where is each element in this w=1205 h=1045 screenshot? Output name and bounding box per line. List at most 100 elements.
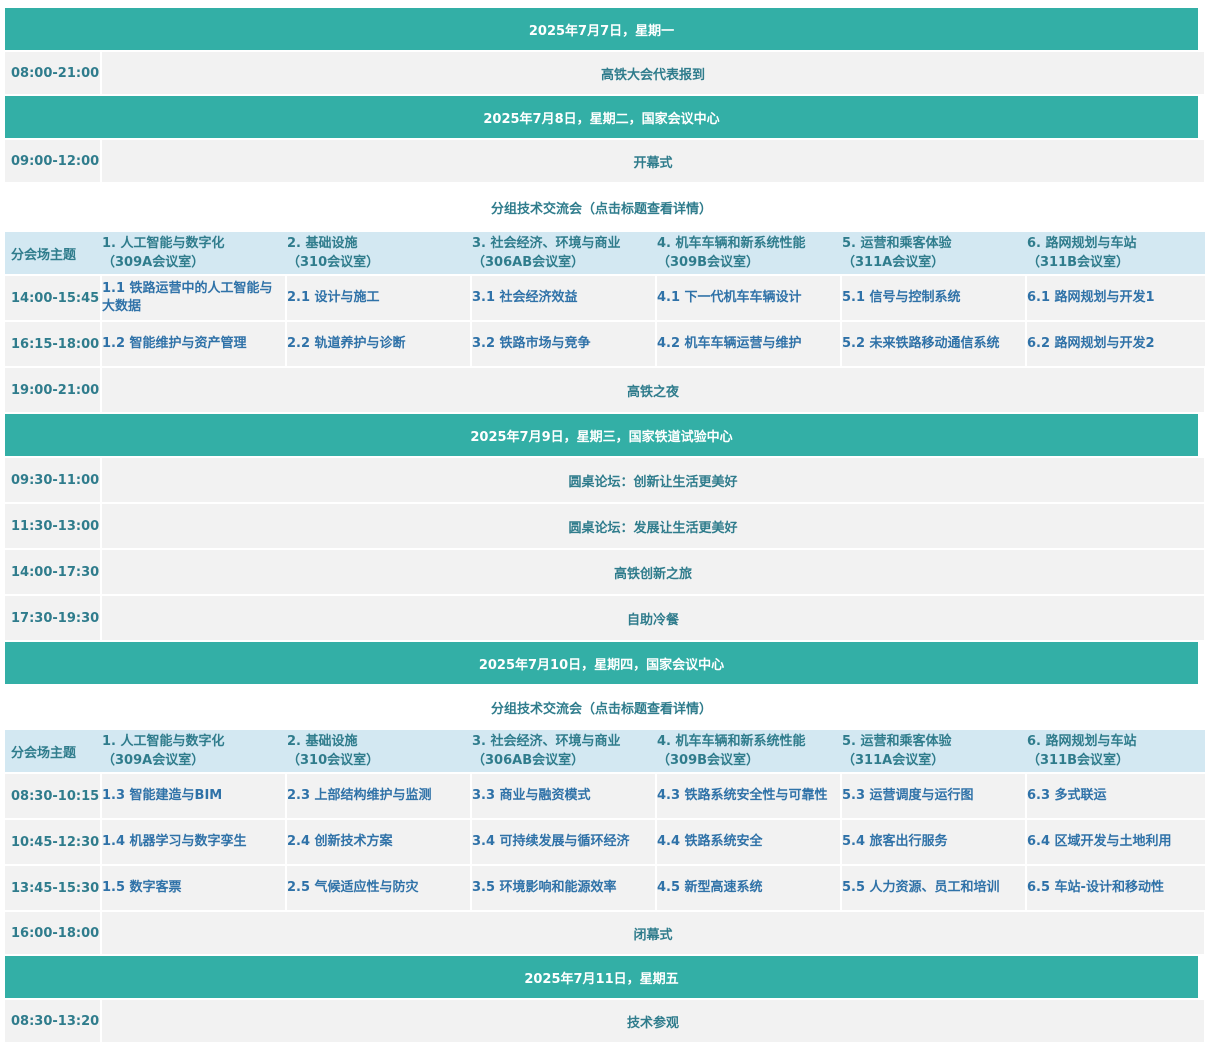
session-link[interactable]: 5.1 信号与控制系统 bbox=[842, 276, 1025, 320]
theme-room: （311A会议室） bbox=[842, 753, 945, 768]
session-link[interactable]: 5.5 人力资源、员工和培训 bbox=[842, 866, 1025, 910]
session-link[interactable]: 6.5 车站-设计和移动性 bbox=[1027, 866, 1205, 910]
session-link[interactable]: 2.1 设计与施工 bbox=[287, 276, 470, 320]
session-link[interactable]: 2.5 气候适应性与防灾 bbox=[287, 866, 470, 910]
theme-name: 1. 人工智能与数字化 bbox=[102, 734, 225, 749]
theme-header-cell[interactable]: 4. 机车车辆和新系统性能 （309B会议室） bbox=[657, 730, 840, 772]
day-header: 2025年7月9日，星期三，国家铁道试验中心 bbox=[5, 414, 1205, 456]
session-link[interactable]: 4.1 下一代机车车辆设计 bbox=[657, 276, 840, 320]
session-link[interactable]: 5.2 未来铁路移动通信系统 bbox=[842, 322, 1025, 366]
session-link[interactable]: 4.5 新型高速系统 bbox=[657, 866, 840, 910]
theme-header-cell[interactable]: 4. 机车车辆和新系统性能 （309B会议室） bbox=[657, 232, 840, 274]
session-link[interactable]: 3.4 可持续发展与循环经济 bbox=[472, 820, 655, 864]
subheading-label: 分组技术交流会（点击标题查看详情） bbox=[5, 184, 1198, 230]
session-link[interactable]: 6.4 区域开发与土地利用 bbox=[1027, 820, 1205, 864]
time-cell: 14:00-17:30 bbox=[5, 550, 100, 594]
theme-header-cell[interactable]: 6. 路网规划与车站 （311B会议室） bbox=[1027, 232, 1205, 274]
day-header: 2025年7月7日，星期一 bbox=[5, 8, 1205, 50]
theme-name: 2. 基础设施 bbox=[287, 236, 358, 251]
session-link[interactable]: 1.2 智能维护与资产管理 bbox=[102, 322, 285, 366]
event-cell: 高铁大会代表报到 bbox=[102, 52, 1204, 94]
day-header-label: 2025年7月10日，星期四，国家会议中心 bbox=[5, 642, 1198, 684]
time-cell: 13:45-15:30 bbox=[5, 866, 100, 910]
theme-room: （311B会议室） bbox=[1027, 753, 1130, 768]
day-header-label: 2025年7月7日，星期一 bbox=[5, 8, 1198, 50]
session-link[interactable]: 2.2 轨道养护与诊断 bbox=[287, 322, 470, 366]
schedule-row: 16:00-18:00 闭幕式 bbox=[5, 912, 1205, 954]
theme-name: 5. 运营和乘客体验 bbox=[842, 236, 952, 251]
day-header: 2025年7月10日，星期四，国家会议中心 bbox=[5, 642, 1205, 684]
event-cell: 闭幕式 bbox=[102, 912, 1204, 954]
theme-header-cell[interactable]: 5. 运营和乘客体验 （311A会议室） bbox=[842, 232, 1025, 274]
schedule-row: 19:00-21:00 高铁之夜 bbox=[5, 368, 1205, 412]
theme-name: 3. 社会经济、环境与商业 bbox=[472, 734, 621, 749]
theme-room: （309A会议室） bbox=[102, 753, 205, 768]
theme-room: （309B会议室） bbox=[657, 753, 760, 768]
time-cell: 08:00-21:00 bbox=[5, 52, 100, 94]
time-cell: 08:30-10:15 bbox=[5, 774, 100, 818]
theme-name: 4. 机车车辆和新系统性能 bbox=[657, 236, 806, 251]
theme-name: 1. 人工智能与数字化 bbox=[102, 236, 225, 251]
theme-header-cell[interactable]: 2. 基础设施 （310会议室） bbox=[287, 730, 470, 772]
session-row: 08:30-10:15 1.3 智能建造与BIM 2.3 上部结构维护与监测 3… bbox=[5, 774, 1205, 818]
session-link[interactable]: 1.5 数字客票 bbox=[102, 866, 285, 910]
schedule-row: 09:30-11:00 圆桌论坛：创新让生活更美好 bbox=[5, 458, 1205, 502]
theme-name: 2. 基础设施 bbox=[287, 734, 358, 749]
session-link[interactable]: 3.2 铁路市场与竞争 bbox=[472, 322, 655, 366]
session-link[interactable]: 3.1 社会经济效益 bbox=[472, 276, 655, 320]
event-cell: 圆桌论坛：创新让生活更美好 bbox=[102, 458, 1204, 502]
event-cell: 高铁之夜 bbox=[102, 368, 1204, 412]
session-link[interactable]: 6.3 多式联运 bbox=[1027, 774, 1205, 818]
subheading-label: 分组技术交流会（点击标题查看详情） bbox=[5, 686, 1198, 728]
session-link[interactable]: 1.4 机器学习与数字孪生 bbox=[102, 820, 285, 864]
time-cell: 11:30-13:00 bbox=[5, 504, 100, 548]
time-cell: 16:00-18:00 bbox=[5, 912, 100, 954]
session-link[interactable]: 5.3 运营调度与运行图 bbox=[842, 774, 1025, 818]
day-header-label: 2025年7月9日，星期三，国家铁道试验中心 bbox=[5, 414, 1198, 456]
day-header-label: 2025年7月8日，星期二，国家会议中心 bbox=[5, 96, 1198, 138]
schedule-row: 14:00-17:30 高铁创新之旅 bbox=[5, 550, 1205, 594]
schedule-table: 2025年7月7日，星期一 08:00-21:00 高铁大会代表报到 2025年… bbox=[5, 8, 1205, 1044]
session-row: 16:15-18:00 1.2 智能维护与资产管理 2.2 轨道养护与诊断 3.… bbox=[5, 322, 1205, 366]
theme-header-cell[interactable]: 1. 人工智能与数字化 （309A会议室） bbox=[102, 730, 285, 772]
session-link[interactable]: 3.5 环境影响和能源效率 bbox=[472, 866, 655, 910]
session-link[interactable]: 6.1 路网规划与开发1 bbox=[1027, 276, 1205, 320]
theme-header-label: 分会场主题 bbox=[11, 745, 77, 761]
section-subheading: 分组技术交流会（点击标题查看详情） bbox=[5, 184, 1205, 230]
section-subheading: 分组技术交流会（点击标题查看详情） bbox=[5, 686, 1205, 728]
session-link[interactable]: 4.4 铁路系统安全 bbox=[657, 820, 840, 864]
theme-room: （310会议室） bbox=[287, 753, 380, 768]
event-cell: 技术参观 bbox=[102, 1000, 1204, 1042]
session-link[interactable]: 1.3 智能建造与BIM bbox=[102, 774, 285, 818]
session-link[interactable]: 1.1 铁路运营中的人工智能与大数据 bbox=[102, 276, 285, 320]
theme-header-cell[interactable]: 6. 路网规划与车站 （311B会议室） bbox=[1027, 730, 1205, 772]
session-row: 10:45-12:30 1.4 机器学习与数字孪生 2.4 创新技术方案 3.4… bbox=[5, 820, 1205, 864]
session-link[interactable]: 6.2 路网规划与开发2 bbox=[1027, 322, 1205, 366]
session-link[interactable]: 4.3 铁路系统安全性与可靠性 bbox=[657, 774, 840, 818]
theme-header-cell[interactable]: 1. 人工智能与数字化 （309A会议室） bbox=[102, 232, 285, 274]
theme-room: （310会议室） bbox=[287, 255, 380, 270]
theme-header-cell[interactable]: 5. 运营和乘客体验 （311A会议室） bbox=[842, 730, 1025, 772]
time-cell: 09:30-11:00 bbox=[5, 458, 100, 502]
theme-header-cell[interactable]: 2. 基础设施 （310会议室） bbox=[287, 232, 470, 274]
session-link[interactable]: 4.2 机车车辆运营与维护 bbox=[657, 322, 840, 366]
day-header: 2025年7月8日，星期二，国家会议中心 bbox=[5, 96, 1205, 138]
event-cell: 开幕式 bbox=[102, 140, 1204, 182]
schedule-row: 17:30-19:30 自助冷餐 bbox=[5, 596, 1205, 640]
time-cell: 14:00-15:45 bbox=[5, 276, 100, 320]
theme-name: 4. 机车车辆和新系统性能 bbox=[657, 734, 806, 749]
theme-room: （309B会议室） bbox=[657, 255, 760, 270]
theme-header-cell[interactable]: 3. 社会经济、环境与商业 （306AB会议室） bbox=[472, 730, 655, 772]
theme-header-cell[interactable]: 3. 社会经济、环境与商业 （306AB会议室） bbox=[472, 232, 655, 274]
event-cell: 高铁创新之旅 bbox=[102, 550, 1204, 594]
theme-room: （306AB会议室） bbox=[472, 753, 585, 768]
theme-name: 6. 路网规划与车站 bbox=[1027, 734, 1137, 749]
schedule-row: 11:30-13:00 圆桌论坛：发展让生活更美好 bbox=[5, 504, 1205, 548]
session-link[interactable]: 2.4 创新技术方案 bbox=[287, 820, 470, 864]
theme-room: （309A会议室） bbox=[102, 255, 205, 270]
session-link[interactable]: 3.3 商业与融资模式 bbox=[472, 774, 655, 818]
session-row: 13:45-15:30 1.5 数字客票 2.5 气候适应性与防灾 3.5 环境… bbox=[5, 866, 1205, 910]
session-link[interactable]: 2.3 上部结构维护与监测 bbox=[287, 774, 470, 818]
event-cell: 圆桌论坛：发展让生活更美好 bbox=[102, 504, 1204, 548]
session-link[interactable]: 5.4 旅客出行服务 bbox=[842, 820, 1025, 864]
